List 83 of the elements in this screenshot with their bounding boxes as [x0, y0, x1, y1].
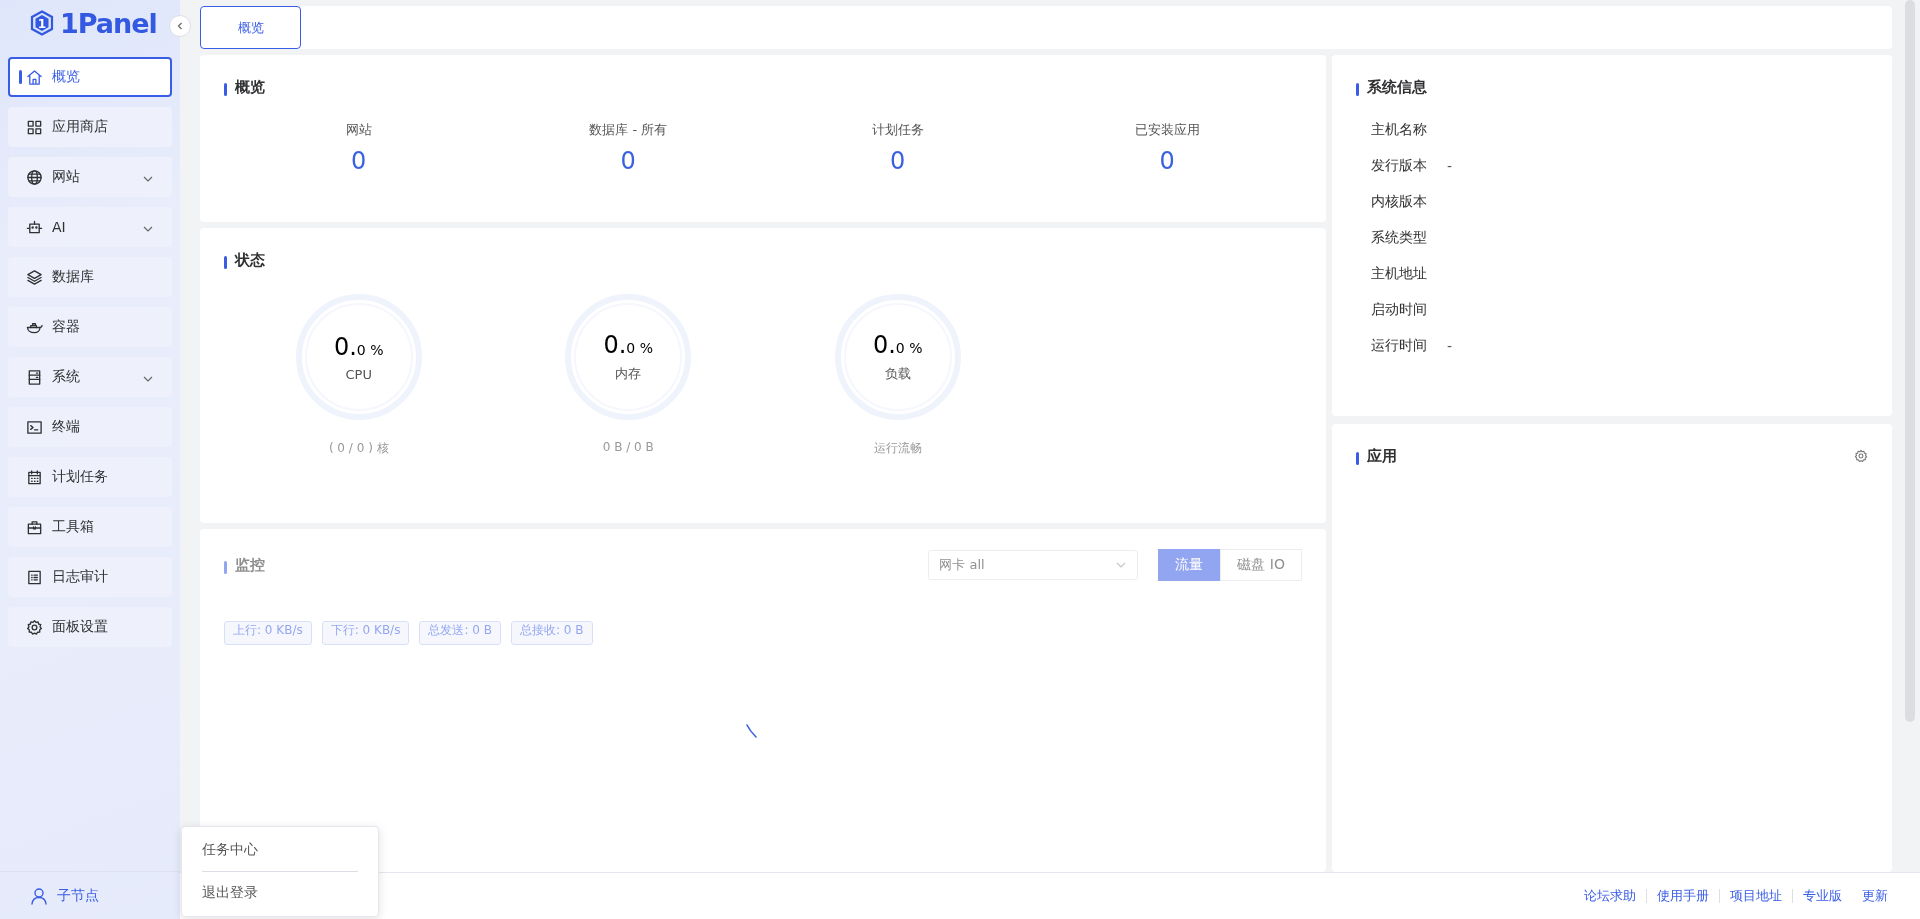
list-icon — [26, 568, 43, 586]
gauge-detail: 0 B / 0 B — [602, 440, 654, 454]
footer-link[interactable]: 使用手册 — [1647, 887, 1719, 905]
mode-button[interactable]: 磁盘 IO — [1220, 549, 1302, 581]
sidebar-item[interactable]: 概览 — [8, 57, 172, 97]
node-button[interactable]: 子节点 — [30, 875, 180, 916]
gauge-value: 0. — [333, 332, 357, 361]
logo-hexagon-icon: 1 — [30, 10, 54, 36]
info-label: 主机名称 — [1371, 121, 1428, 139]
grid-icon — [26, 118, 43, 136]
sidebar-item[interactable]: 容器 — [8, 307, 172, 347]
sidebar-item[interactable]: 终端 — [8, 407, 172, 447]
globe-icon — [26, 168, 43, 186]
footer-link[interactable]: 更新 — [1852, 887, 1898, 905]
info-label: 内核版本 — [1371, 193, 1428, 211]
traffic-tag: 总接收: 0 B — [510, 621, 593, 645]
title-marker — [1356, 451, 1359, 465]
stat-label: 已安装应用 — [1134, 121, 1200, 139]
stat-label: 数据库 - 所有 — [589, 121, 668, 139]
nic-select[interactable]: 网卡 all — [928, 550, 1139, 580]
info-label: 启动时间 — [1371, 301, 1428, 319]
toolbox-icon — [26, 518, 43, 536]
sidebar-item[interactable]: 应用商店 — [8, 107, 172, 147]
server-icon — [26, 368, 43, 386]
settings-icon[interactable] — [1854, 449, 1868, 463]
traffic-tag: 下行: 0 KB/s — [321, 621, 410, 645]
traffic-tag: 上行: 0 KB/s — [224, 621, 312, 645]
gauge-value: 0. — [872, 331, 896, 359]
stat-value[interactable]: 0 — [351, 147, 367, 175]
home-icon — [26, 68, 43, 86]
sidebar-item[interactable]: 系统 — [8, 357, 172, 397]
footer-link[interactable]: 论坛求助 — [1574, 887, 1646, 905]
stat-label: 计划任务 — [871, 121, 924, 139]
terminal-icon — [26, 418, 43, 436]
logo-text: 1Panel — [60, 7, 157, 39]
layers-icon — [26, 268, 43, 286]
footer-link[interactable]: 专业版 — [1793, 887, 1852, 905]
calendar-icon — [26, 468, 43, 486]
info-label: 运行时间 — [1371, 337, 1428, 355]
stat-value[interactable]: 0 — [1159, 147, 1175, 175]
chevron-left-icon — [175, 21, 185, 31]
stat-value[interactable]: 0 — [620, 147, 636, 175]
info-label: 系统类型 — [1371, 229, 1428, 247]
sidebar-item[interactable]: 网站 — [8, 157, 172, 197]
gauge-label: CPU — [345, 366, 372, 382]
robot-icon — [26, 218, 43, 236]
sidebar-item[interactable]: 计划任务 — [8, 457, 172, 497]
stat-label: 网站 — [345, 121, 372, 139]
title-marker — [224, 82, 227, 96]
gauge-decimal: 0 % — [356, 341, 384, 358]
sidebar-item[interactable]: AI — [8, 207, 172, 247]
card-title: 应用 — [1367, 446, 1397, 466]
menu-item[interactable]: 退出登录 — [182, 874, 378, 912]
sidebar-item[interactable]: 面板设置 — [8, 607, 172, 647]
info-value: - — [1447, 158, 1453, 174]
title-marker — [224, 560, 227, 574]
footer-link[interactable]: 项目地址 — [1720, 887, 1792, 905]
info-label: 发行版本 — [1371, 157, 1428, 175]
menu-item[interactable]: 任务中心 — [182, 831, 378, 869]
info-value: - — [1447, 338, 1453, 354]
title-marker — [1356, 82, 1359, 96]
gauge-detail: 运行流畅 — [873, 440, 922, 457]
user-icon — [30, 886, 48, 905]
gear-icon — [26, 618, 43, 636]
sidebar-item[interactable]: 工具箱 — [8, 507, 172, 547]
card-title: 状态 — [235, 250, 265, 270]
sidebar-item[interactable]: 日志审计 — [8, 557, 172, 597]
card-title: 概览 — [235, 77, 265, 97]
info-label: 主机地址 — [1371, 265, 1428, 283]
gauge-label: 负载 — [884, 365, 911, 383]
title-marker — [224, 255, 227, 269]
stat-value[interactable]: 0 — [890, 147, 906, 175]
tab[interactable]: 概览 — [200, 6, 301, 49]
gauge-decimal: 0 % — [895, 340, 923, 356]
sidebar-item[interactable]: 数据库 — [8, 257, 172, 297]
gauge-value: 0. — [603, 331, 627, 359]
card-title: 监控 — [235, 555, 265, 575]
collapse-button[interactable] — [169, 15, 191, 37]
gauge-decimal: 0 % — [626, 340, 654, 356]
gauge-label: 内存 — [615, 365, 642, 383]
card-title: 系统信息 — [1367, 77, 1427, 97]
traffic-tag: 总发送: 0 B — [419, 621, 501, 645]
gauge-detail: ( 0 / 0 ) 核 — [328, 440, 389, 457]
